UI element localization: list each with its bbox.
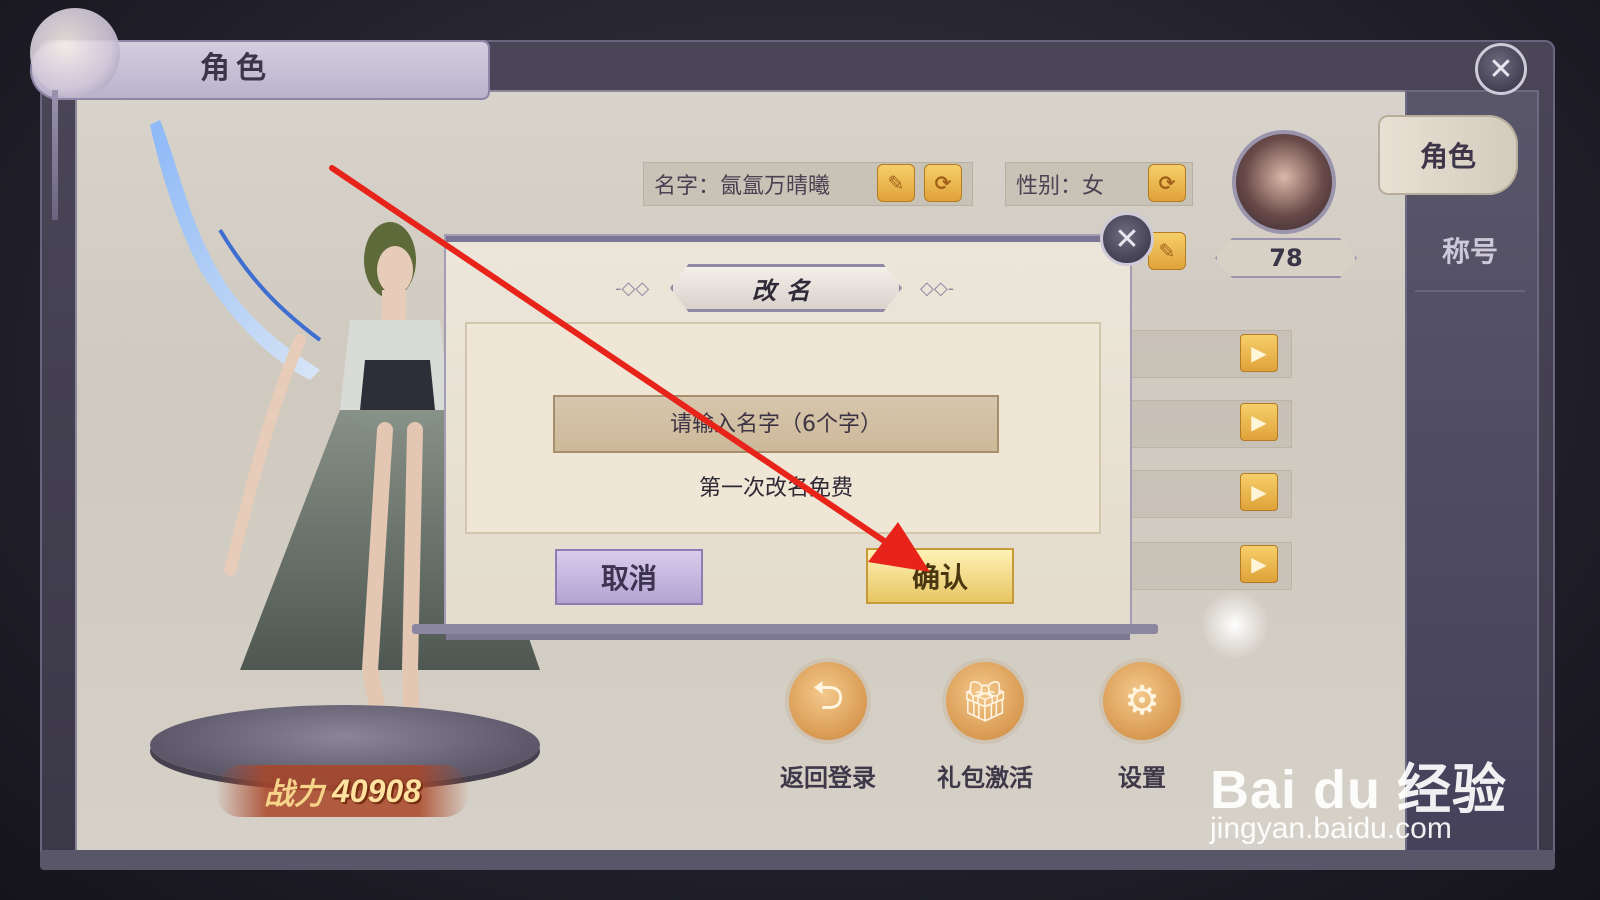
play-arrow-icon: ▶ (1251, 552, 1267, 576)
tab-title[interactable]: 称号 (1405, 210, 1535, 290)
annotation-arrow-icon (329, 165, 930, 572)
settings-label: 设置 (1118, 764, 1166, 792)
row-play-button[interactable]: ▶ (1240, 334, 1278, 372)
dialog-bottom-bar (412, 624, 1158, 634)
close-button[interactable]: ✕ (1475, 43, 1527, 95)
page-title: 角色 (200, 51, 272, 86)
play-arrow-icon: ▶ (1251, 410, 1267, 434)
play-arrow-icon: ▶ (1251, 480, 1267, 504)
gift-icon: 🎁︎ (942, 658, 1028, 744)
return-login-button[interactable]: ⮌ 返回登录 (763, 658, 893, 798)
watermark-url: jingyan.baidu.com (1210, 812, 1452, 845)
row-play-button[interactable]: ▶ (1240, 545, 1278, 583)
return-login-label: 返回登录 (780, 764, 876, 792)
edit-note-icon: ✎ (1158, 239, 1176, 263)
close-icon: ✕ (1488, 51, 1514, 87)
dialog-close-button[interactable]: ✕ (1100, 212, 1154, 266)
light-glow (1200, 590, 1270, 660)
refresh-icon: ⟳ (1158, 171, 1176, 195)
power-label: 战力 (264, 777, 324, 812)
tab-divider (1415, 290, 1525, 292)
refresh-gender-button[interactable]: ⟳ (1148, 164, 1186, 202)
gear-icon: ⚙ (1099, 658, 1185, 744)
close-icon: ✕ (1114, 221, 1140, 257)
power-value: 40908 (332, 772, 421, 809)
side-tab-panel (1405, 90, 1539, 854)
settings-button[interactable]: ⚙ 设置 (1077, 658, 1207, 798)
tassel-ornament-icon (52, 90, 58, 220)
bottom-frame-bar (40, 850, 1555, 870)
combat-power-badge: 战力 40908 (215, 765, 470, 817)
gift-activate-button[interactable]: 🎁︎ 礼包激活 (920, 658, 1050, 798)
avatar[interactable] (1232, 130, 1336, 234)
row-play-button[interactable]: ▶ (1240, 473, 1278, 511)
row-play-button[interactable]: ▶ (1240, 403, 1278, 441)
gift-activate-label: 礼包激活 (937, 764, 1033, 792)
logout-arrow-icon: ⮌ (785, 658, 871, 744)
tab-role[interactable]: 角色 (1378, 115, 1518, 195)
play-arrow-icon: ▶ (1251, 341, 1267, 365)
level-badge: 78 (1215, 238, 1357, 278)
moon-ornament-icon (30, 8, 120, 98)
